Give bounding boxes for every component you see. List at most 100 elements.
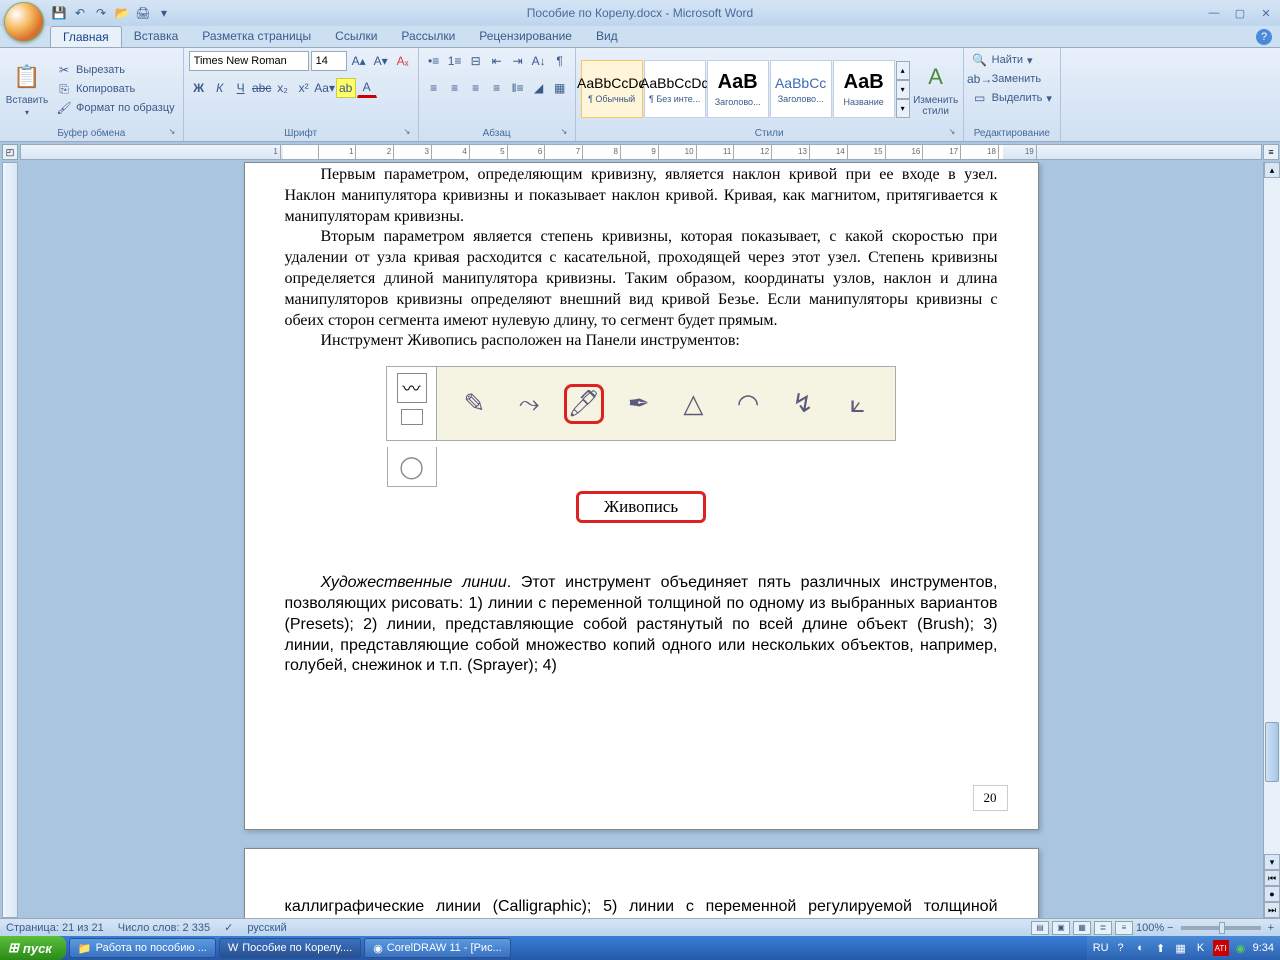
style-scroll-more[interactable]: ▾ (896, 99, 910, 118)
align-right-button[interactable]: ≡ (466, 78, 486, 98)
numbering-button[interactable]: 1≡ (445, 51, 465, 71)
font-color-button[interactable]: A (357, 78, 377, 98)
scroll-up-button[interactable]: ▴ (1264, 162, 1280, 178)
highlight-button[interactable]: ab (336, 78, 356, 98)
ruler-toggle[interactable]: ≡ (1263, 144, 1279, 160)
browse-object-button[interactable]: ● (1264, 886, 1280, 902)
tray-icon[interactable]: ▦ (1173, 940, 1189, 956)
tray-icon[interactable]: ◐ (1133, 940, 1149, 956)
zoom-out-button[interactable]: − (1167, 922, 1173, 934)
select-button[interactable]: ▭Выделить ▾ (969, 89, 1055, 107)
style-no-spacing[interactable]: AaBbCcDd¶ Без инте... (644, 60, 706, 118)
find-button[interactable]: 🔍Найти ▾ (969, 51, 1055, 69)
close-button[interactable]: ✕ (1256, 5, 1276, 21)
outdent-button[interactable]: ⇤ (487, 51, 507, 71)
status-page[interactable]: Страница: 21 из 21 (6, 922, 104, 934)
clear-format-button[interactable]: Aₓ (393, 51, 413, 71)
tab-review[interactable]: Рецензирование (467, 26, 584, 47)
superscript-button[interactable]: x² (294, 78, 314, 98)
replace-button[interactable]: ab→Заменить (969, 70, 1055, 88)
clipboard-launcher[interactable]: ↘ (169, 127, 181, 139)
tab-mailings[interactable]: Рассылки (389, 26, 467, 47)
maximize-button[interactable]: ▢ (1230, 5, 1250, 21)
bold-button[interactable]: Ж (189, 78, 209, 98)
shrink-font-button[interactable]: A▾ (371, 51, 391, 71)
vertical-scrollbar[interactable]: ▴ ▾ ⏮ ● ⏭ (1263, 162, 1280, 918)
style-title[interactable]: AaBНазвание (833, 60, 895, 118)
tab-view[interactable]: Вид (584, 26, 630, 47)
zoom-in-button[interactable]: + (1268, 922, 1274, 934)
tab-references[interactable]: Ссылки (323, 26, 389, 47)
tray-icon[interactable]: K (1193, 940, 1209, 956)
status-proofing-icon[interactable]: ✓ (224, 921, 233, 934)
borders-button[interactable]: ▦ (550, 78, 570, 98)
copy-button[interactable]: ⎘Копировать (53, 80, 178, 98)
page-scroll-area[interactable]: Первым параметром, определяющим кривизну… (20, 162, 1262, 918)
line-spacing-button[interactable]: ‖≡ (508, 78, 528, 98)
minimize-button[interactable]: — (1204, 5, 1224, 21)
style-scroll-up[interactable]: ▴ (896, 61, 910, 80)
status-words[interactable]: Число слов: 2 335 (118, 922, 210, 934)
sort-button[interactable]: A↓ (529, 51, 549, 71)
next-page-button[interactable]: ⏭ (1264, 902, 1280, 918)
tray-icon[interactable]: ◉ (1233, 940, 1249, 956)
taskbar-item-corel[interactable]: ◉CorelDRAW 11 - [Рис... (364, 938, 511, 958)
qat-dropdown-icon[interactable]: ▾ (155, 4, 173, 22)
grow-font-button[interactable]: A▴ (349, 51, 369, 71)
office-button[interactable] (4, 2, 44, 42)
tray-icon[interactable]: ATI (1213, 940, 1229, 956)
font-launcher[interactable]: ↘ (404, 127, 416, 139)
help-icon[interactable]: ? (1256, 29, 1272, 45)
view-web[interactable]: ▦ (1073, 921, 1091, 935)
ruler-corner[interactable]: ◰ (2, 144, 18, 160)
tab-home[interactable]: Главная (50, 26, 122, 47)
paragraph-launcher[interactable]: ↘ (561, 127, 573, 139)
tab-page-layout[interactable]: Разметка страницы (190, 26, 323, 47)
qat-save-icon[interactable]: 💾 (50, 4, 68, 22)
horizontal-ruler[interactable]: 112345678910111213141516171819 (20, 144, 1262, 160)
view-outline[interactable]: ≣ (1094, 921, 1112, 935)
strike-button[interactable]: abc (252, 78, 272, 98)
font-size-input[interactable] (311, 51, 347, 71)
zoom-slider[interactable] (1181, 926, 1261, 930)
styles-launcher[interactable]: ↘ (949, 127, 961, 139)
cut-button[interactable]: ✂Вырезать (53, 61, 178, 79)
vertical-ruler[interactable] (2, 162, 18, 918)
tray-icon[interactable]: ⬆ (1153, 940, 1169, 956)
align-center-button[interactable]: ≡ (445, 78, 465, 98)
underline-button[interactable]: Ч (231, 78, 251, 98)
style-scroll-down[interactable]: ▾ (896, 80, 910, 99)
view-draft[interactable]: ≡ (1115, 921, 1133, 935)
tray-icon[interactable]: ? (1113, 940, 1129, 956)
show-marks-button[interactable]: ¶ (550, 51, 570, 71)
font-name-input[interactable] (189, 51, 309, 71)
tray-lang[interactable]: RU (1093, 942, 1109, 954)
taskbar-item-folder[interactable]: 📁Работа по пособию ... (69, 938, 216, 958)
status-zoom[interactable]: 100% (1136, 922, 1164, 934)
scroll-down-button[interactable]: ▾ (1264, 854, 1280, 870)
align-left-button[interactable]: ≡ (424, 78, 444, 98)
style-heading1[interactable]: AaBЗаголово... (707, 60, 769, 118)
style-heading2[interactable]: AaBbCcЗаголово... (770, 60, 832, 118)
taskbar-item-word[interactable]: WПособие по Корелу.... (219, 938, 361, 958)
view-full-screen[interactable]: ▣ (1052, 921, 1070, 935)
zoom-knob[interactable] (1219, 922, 1225, 934)
justify-button[interactable]: ≡ (487, 78, 507, 98)
indent-button[interactable]: ⇥ (508, 51, 528, 71)
status-language[interactable]: русский (247, 922, 286, 934)
qat-open-icon[interactable]: 📂 (113, 4, 131, 22)
qat-undo-icon[interactable]: ↶ (71, 4, 89, 22)
prev-page-button[interactable]: ⏮ (1264, 870, 1280, 886)
style-normal[interactable]: AaBbCcDd¶ Обычный (581, 60, 643, 118)
scroll-thumb[interactable] (1265, 722, 1279, 782)
multilevel-button[interactable]: ⊟ (466, 51, 486, 71)
tray-time[interactable]: 9:34 (1253, 942, 1274, 954)
shading-button[interactable]: ◢ (529, 78, 549, 98)
bullets-button[interactable]: •≡ (424, 51, 444, 71)
tab-insert[interactable]: Вставка (122, 26, 191, 47)
start-button[interactable]: ⊞пуск (0, 936, 66, 960)
change-styles-button[interactable]: A Изменить стили (914, 51, 958, 127)
change-case-button[interactable]: Aa▾ (315, 78, 335, 98)
qat-redo-icon[interactable]: ↷ (92, 4, 110, 22)
italic-button[interactable]: К (210, 78, 230, 98)
